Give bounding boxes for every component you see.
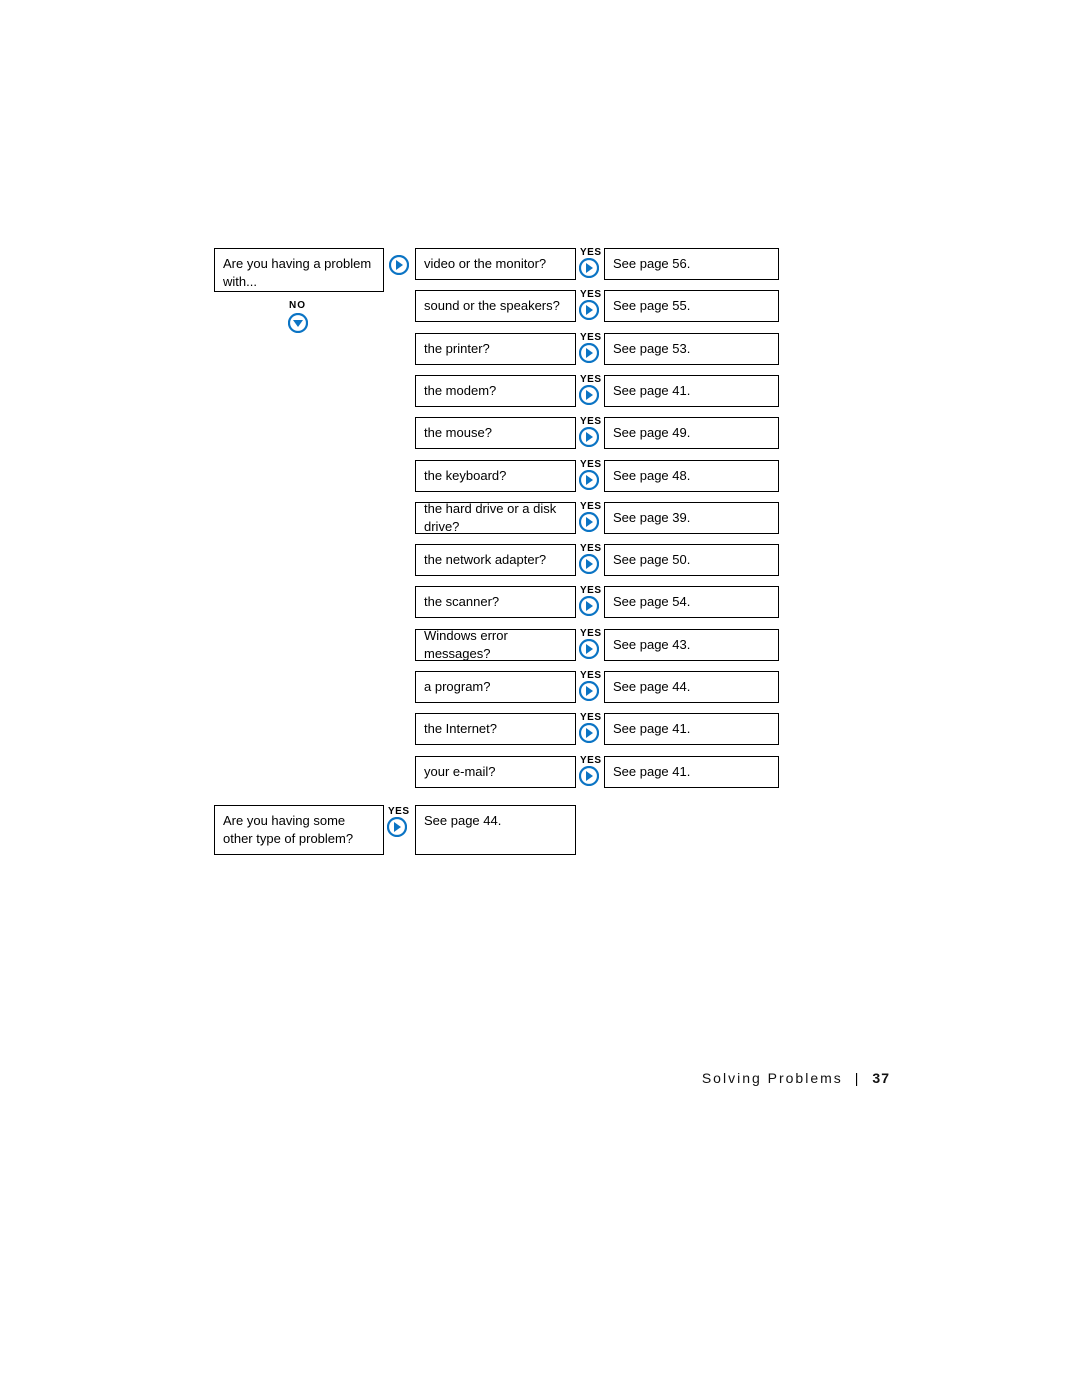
arrow-right-icon	[579, 681, 599, 701]
yes-label: YES	[580, 755, 602, 766]
arrow-right-icon	[579, 766, 599, 786]
footer-page-number: 37	[872, 1070, 890, 1086]
yes-label: YES	[580, 628, 602, 639]
arrow-right-icon	[579, 470, 599, 490]
see-page-box: See page 54.	[604, 586, 779, 618]
problem-item-box: the modem?	[415, 375, 576, 407]
problem-item-box: the hard drive or a disk drive?	[415, 502, 576, 534]
arrow-right-icon	[579, 343, 599, 363]
yes-label: YES	[580, 332, 602, 343]
problem-item-box: the Internet?	[415, 713, 576, 745]
arrow-right-icon	[579, 554, 599, 574]
see-page-box: See page 43.	[604, 629, 779, 661]
arrow-right-icon	[579, 258, 599, 278]
arrow-right-icon	[579, 512, 599, 532]
arrow-right-icon	[389, 255, 409, 275]
yes-label: YES	[580, 459, 602, 470]
problem-item-box: the printer?	[415, 333, 576, 365]
yes-label: YES	[580, 247, 602, 258]
see-page-box: See page 39.	[604, 502, 779, 534]
problem-item-box: your e-mail?	[415, 756, 576, 788]
yes-label: YES	[580, 416, 602, 427]
problem-item-box: sound or the speakers?	[415, 290, 576, 322]
problem-item-box: the scanner?	[415, 586, 576, 618]
yes-label: YES	[580, 585, 602, 596]
see-page-box: See page 49.	[604, 417, 779, 449]
question-box-having-problem-with: Are you having a problem with...	[214, 248, 384, 292]
arrow-right-icon	[579, 300, 599, 320]
arrow-right-icon	[579, 639, 599, 659]
problem-item-box: the keyboard?	[415, 460, 576, 492]
see-page-box: See page 56.	[604, 248, 779, 280]
yes-label: YES	[580, 670, 602, 681]
yes-label: YES	[580, 374, 602, 385]
see-page-box: See page 50.	[604, 544, 779, 576]
see-page-box: See page 55.	[604, 290, 779, 322]
arrow-right-icon	[579, 385, 599, 405]
problem-item-box: a program?	[415, 671, 576, 703]
see-page-box: See page 41.	[604, 375, 779, 407]
footer-separator: |	[855, 1070, 861, 1086]
problem-item-box: video or the monitor?	[415, 248, 576, 280]
arrow-right-icon	[579, 596, 599, 616]
see-page-box: See page 44.	[415, 805, 576, 855]
problem-item-box: the mouse?	[415, 417, 576, 449]
yes-label: YES	[580, 712, 602, 723]
question-box-other-problem: Are you having some other type of proble…	[214, 805, 384, 855]
no-label: NO	[289, 300, 306, 311]
yes-label: YES	[580, 289, 602, 300]
yes-label: YES	[580, 543, 602, 554]
problem-item-box: Windows error messages?	[415, 629, 576, 661]
yes-label: YES	[388, 806, 410, 817]
arrow-right-icon	[387, 817, 407, 837]
problem-item-box: the network adapter?	[415, 544, 576, 576]
footer-section: Solving Problems	[702, 1070, 843, 1086]
page-footer: Solving Problems | 37	[702, 1070, 890, 1086]
arrow-right-icon	[579, 723, 599, 743]
see-page-box: See page 44.	[604, 671, 779, 703]
see-page-box: See page 41.	[604, 756, 779, 788]
see-page-box: See page 48.	[604, 460, 779, 492]
see-page-box: See page 53.	[604, 333, 779, 365]
yes-label: YES	[580, 501, 602, 512]
see-page-box: See page 41.	[604, 713, 779, 745]
arrow-right-icon	[579, 427, 599, 447]
arrow-down-icon	[288, 313, 308, 333]
